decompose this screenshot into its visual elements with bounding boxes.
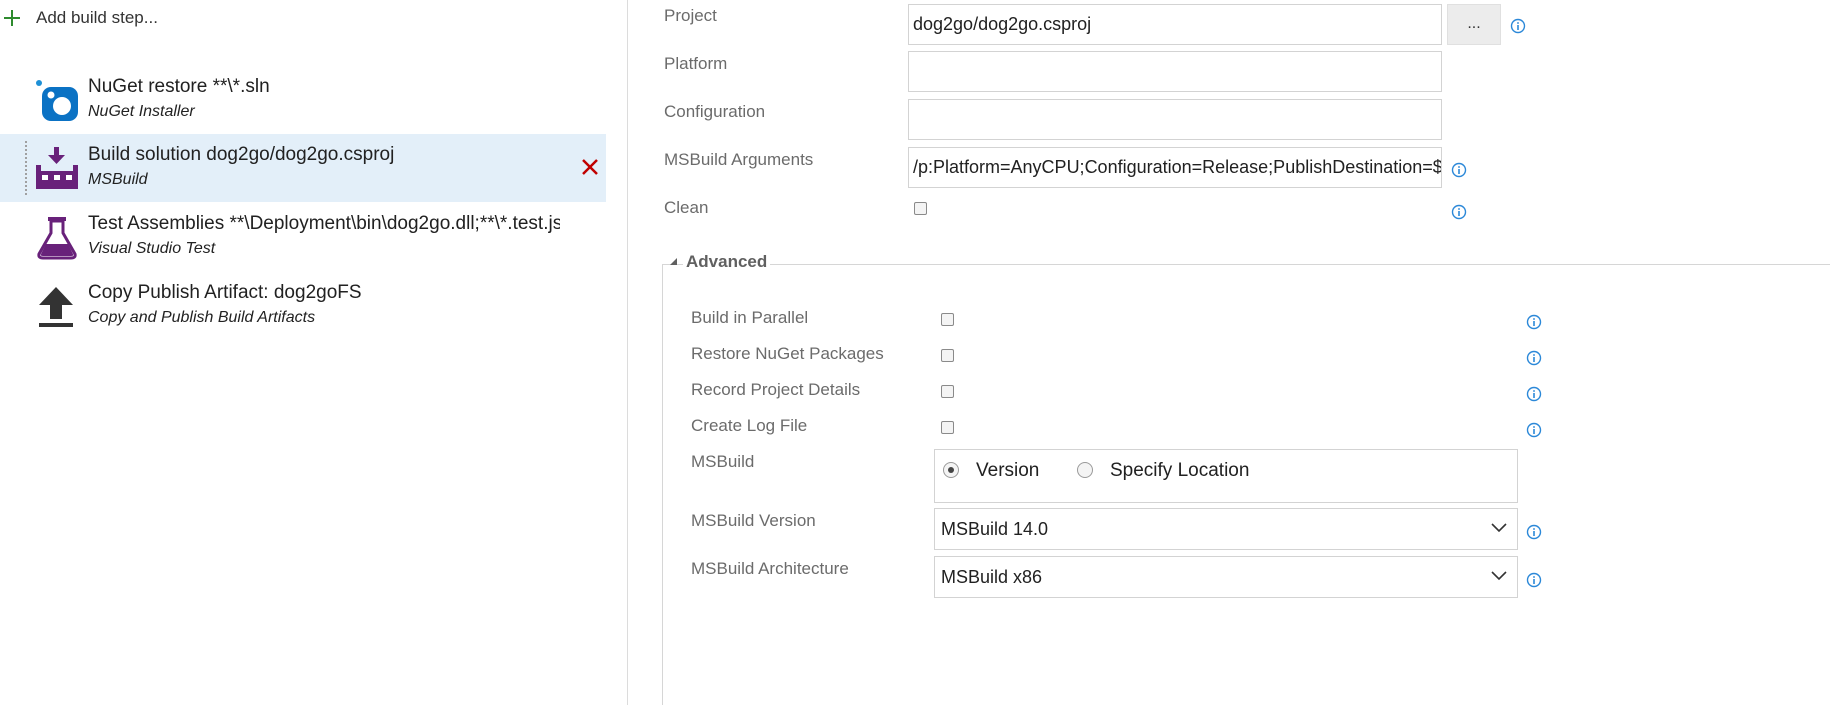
record-project-details-checkbox[interactable] bbox=[941, 385, 954, 398]
flask-icon bbox=[37, 217, 77, 260]
step-title: Test Assemblies **\Deployment\bin\dog2go… bbox=[88, 213, 560, 234]
collapse-arrow-icon[interactable] bbox=[670, 258, 677, 265]
plus-icon bbox=[2, 8, 22, 28]
chevron-down-icon bbox=[1491, 571, 1507, 581]
build-in-parallel-checkbox[interactable] bbox=[941, 313, 954, 326]
step-subtitle: MSBuild bbox=[88, 171, 148, 188]
step-title: Copy Publish Artifact: dog2goFS bbox=[88, 282, 362, 303]
build-steps-panel: Add build step... NuGet restore **\*.sln… bbox=[0, 0, 627, 705]
step-settings-panel: Project dog2go/dog2go.csproj ... Platfor… bbox=[628, 0, 1830, 705]
msbuild-specify-location-radio[interactable] bbox=[1077, 462, 1093, 478]
msbuild-version-label: MSBuild Version bbox=[691, 511, 816, 530]
build-step-nuget-restore[interactable]: NuGet restore **\*.sln NuGet Installer bbox=[0, 66, 606, 134]
advanced-group-border-left bbox=[662, 264, 663, 705]
build-step-copy-publish-artifact[interactable]: Copy Publish Artifact: dog2goFS Copy and… bbox=[0, 272, 606, 340]
create-log-file-checkbox[interactable] bbox=[941, 421, 954, 434]
msbuild-arguments-label: MSBuild Arguments bbox=[664, 150, 814, 169]
configuration-label: Configuration bbox=[664, 102, 766, 121]
info-icon[interactable] bbox=[1526, 386, 1542, 402]
upload-icon bbox=[39, 287, 73, 327]
msbuild-architecture-label: MSBuild Architecture bbox=[691, 559, 849, 578]
platform-input[interactable] bbox=[908, 51, 1442, 92]
info-icon[interactable] bbox=[1451, 204, 1467, 220]
step-title: NuGet restore **\*.sln bbox=[88, 76, 270, 97]
platform-label: Platform bbox=[664, 54, 728, 73]
msbuild-label: MSBuild bbox=[691, 452, 755, 471]
chevron-down-icon bbox=[1491, 523, 1507, 533]
step-subtitle: Visual Studio Test bbox=[88, 240, 216, 257]
info-icon[interactable] bbox=[1526, 524, 1542, 540]
msbuild-icon bbox=[36, 147, 78, 189]
info-icon[interactable] bbox=[1451, 162, 1467, 178]
restore-nuget-packages-label: Restore NuGet Packages bbox=[691, 344, 884, 363]
clean-checkbox[interactable] bbox=[914, 202, 927, 215]
msbuild-architecture-value: MSBuild x86 bbox=[941, 567, 1043, 587]
step-subtitle: NuGet Installer bbox=[88, 103, 195, 120]
build-step-test-assemblies[interactable]: Test Assemblies **\Deployment\bin\dog2go… bbox=[0, 203, 606, 271]
project-input[interactable]: dog2go/dog2go.csproj bbox=[908, 4, 1442, 45]
info-icon[interactable] bbox=[1526, 422, 1542, 438]
add-build-step-label: Add build step... bbox=[36, 8, 158, 27]
msbuild-radio-group: Version Specify Location bbox=[934, 449, 1518, 503]
advanced-section-title[interactable]: Advanced bbox=[683, 252, 771, 272]
step-subtitle: Copy and Publish Build Artifacts bbox=[88, 309, 316, 326]
delete-step-icon[interactable] bbox=[579, 156, 601, 178]
project-label: Project bbox=[664, 6, 717, 25]
msbuild-version-radio[interactable] bbox=[943, 462, 959, 478]
info-icon[interactable] bbox=[1526, 314, 1542, 330]
browse-button[interactable]: ... bbox=[1447, 4, 1501, 45]
build-step-build-solution[interactable]: Build solution dog2go/dog2go.csproj MSBu… bbox=[0, 134, 606, 202]
create-log-file-label: Create Log File bbox=[691, 416, 808, 435]
msbuild-architecture-select[interactable]: MSBuild x86 bbox=[934, 556, 1518, 598]
build-in-parallel-label: Build in Parallel bbox=[691, 308, 809, 327]
add-build-step-button[interactable]: Add build step... bbox=[2, 6, 158, 30]
nuget-icon bbox=[36, 80, 78, 121]
msbuild-version-select[interactable]: MSBuild 14.0 bbox=[934, 508, 1518, 550]
msbuild-version-value: MSBuild 14.0 bbox=[941, 519, 1049, 539]
step-title: Build solution dog2go/dog2go.csproj bbox=[88, 144, 395, 165]
msbuild-specify-location-radio-label[interactable]: Specify Location bbox=[1110, 460, 1249, 482]
clean-label: Clean bbox=[664, 198, 709, 217]
info-icon[interactable] bbox=[1526, 572, 1542, 588]
restore-nuget-packages-checkbox[interactable] bbox=[941, 349, 954, 362]
info-icon[interactable] bbox=[1526, 350, 1542, 366]
configuration-input[interactable] bbox=[908, 99, 1442, 140]
msbuild-version-radio-label[interactable]: Version bbox=[976, 460, 1039, 482]
info-icon[interactable] bbox=[1510, 18, 1526, 34]
msbuild-arguments-input[interactable]: /p:Platform=AnyCPU;Configuration=Release… bbox=[908, 147, 1442, 188]
advanced-group-border bbox=[662, 264, 1830, 265]
drag-handle-icon[interactable] bbox=[24, 140, 29, 196]
record-project-details-label: Record Project Details bbox=[691, 380, 861, 399]
